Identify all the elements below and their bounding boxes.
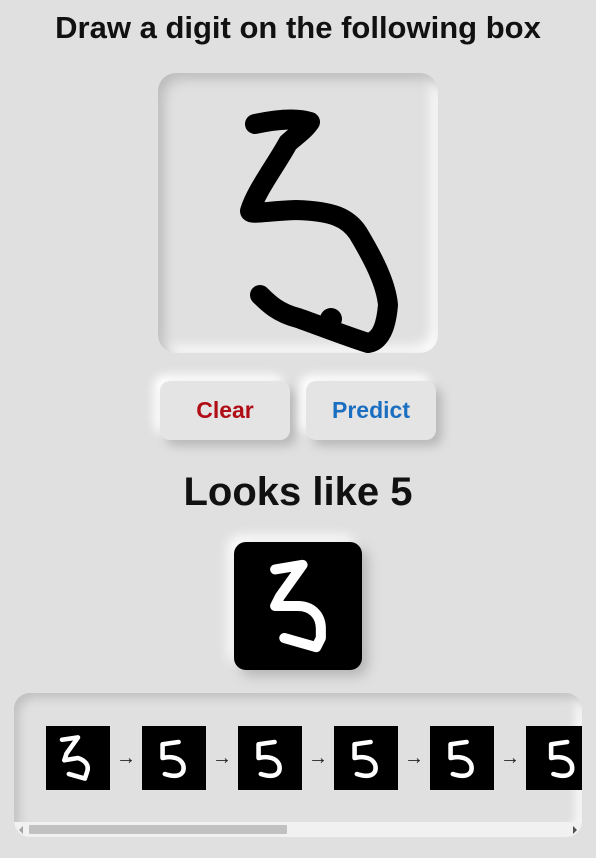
scrollbar-thumb[interactable]	[29, 825, 287, 834]
drawing-canvas[interactable]	[158, 73, 438, 353]
prediction-result: Looks like 5	[183, 470, 413, 514]
processed-digit-preview	[234, 542, 362, 670]
predict-button[interactable]: Predict	[306, 381, 436, 440]
scroll-left-arrow-icon[interactable]	[19, 826, 23, 834]
drawn-digit-stroke	[240, 109, 398, 353]
scroll-right-arrow-icon[interactable]	[573, 826, 577, 834]
clear-button[interactable]: Clear	[160, 381, 290, 440]
preprocessing-steps-strip[interactable]: → → → → →	[14, 693, 582, 837]
step-image-1	[46, 726, 110, 790]
step-image-4	[334, 726, 398, 790]
right-arrow-icon: →	[308, 747, 328, 769]
horizontal-scrollbar[interactable]	[14, 822, 582, 837]
step-image-3	[238, 726, 302, 790]
step-image-6	[526, 726, 582, 790]
step-image-5	[430, 726, 494, 790]
right-arrow-icon: →	[500, 747, 520, 769]
page-title: Draw a digit on the following box	[55, 10, 541, 45]
right-arrow-icon: →	[212, 747, 232, 769]
right-arrow-icon: →	[116, 747, 136, 769]
right-arrow-icon: →	[404, 747, 424, 769]
step-image-2	[142, 726, 206, 790]
